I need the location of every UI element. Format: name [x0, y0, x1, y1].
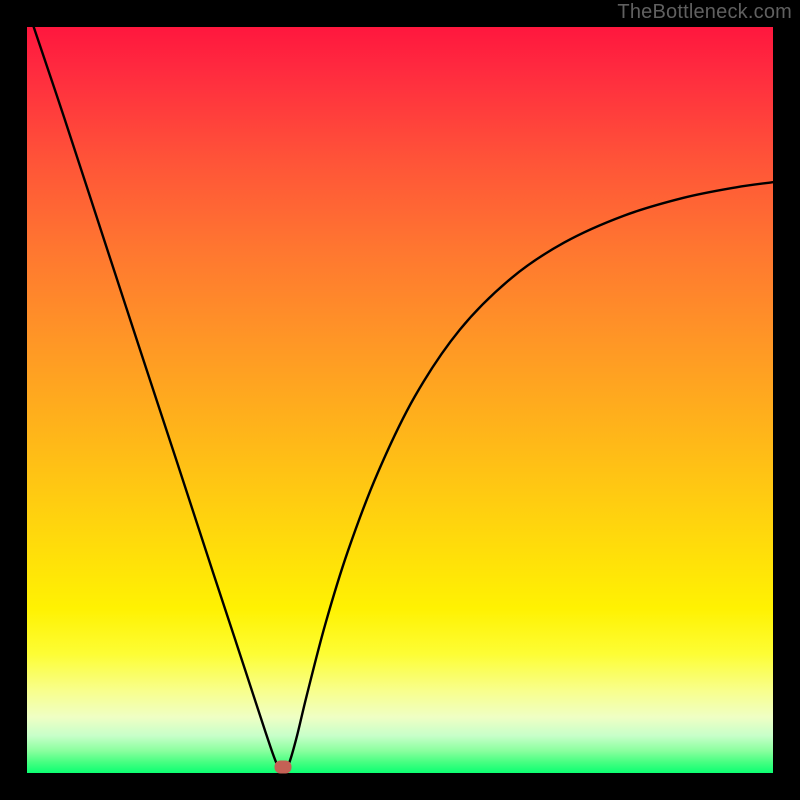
optimum-marker [274, 761, 291, 774]
watermark-text: TheBottleneck.com [617, 1, 792, 24]
chart-plot-area [27, 27, 773, 773]
bottleneck-curve [27, 27, 773, 773]
